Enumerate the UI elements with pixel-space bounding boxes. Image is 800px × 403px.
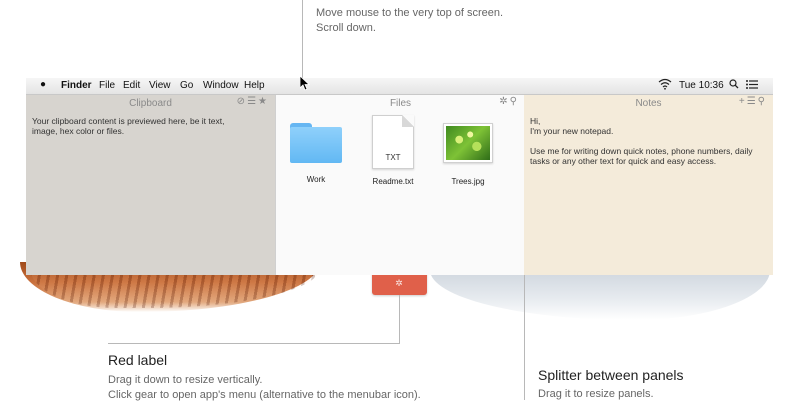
top-annotation-line2: Scroll down. xyxy=(316,22,376,34)
menu-finder[interactable]: Finder xyxy=(61,80,92,91)
search-icon[interactable]: ⚲ xyxy=(510,96,519,107)
mouse-cursor-icon xyxy=(299,75,311,96)
red-label-annotation-line2: Click gear to open app's menu (alternati… xyxy=(108,389,421,401)
gear-icon[interactable]: ✲ xyxy=(394,278,404,288)
menu-view[interactable]: View xyxy=(149,80,171,91)
list-icon[interactable]: ☰ xyxy=(247,96,258,107)
file-item-readme[interactable]: TXT Readme.txt xyxy=(358,115,428,186)
red-label-annotation-title: Red label xyxy=(108,352,168,368)
wifi-icon[interactable] xyxy=(658,78,672,93)
menubar-clock[interactable]: Tue 10:36 xyxy=(679,80,724,91)
file-extension-label: TXT xyxy=(385,153,401,162)
file-item-label: Work xyxy=(306,175,326,184)
notes-panel: Notes +☰⚲ Hi, I'm your new notepad. Use … xyxy=(524,95,773,275)
red-label-annotation-line1: Drag it down to resize vertically. xyxy=(108,374,263,386)
text-file-icon: TXT xyxy=(372,115,414,169)
splitter-annotation-title: Splitter between panels xyxy=(538,367,684,383)
file-item-trees[interactable]: Trees.jpg xyxy=(433,123,503,186)
clipboard-panel: Clipboard ⊘☰★ Your clipboard content is … xyxy=(26,95,275,275)
mac-menubar: ● Finder File Edit View Go Window Help T… xyxy=(26,78,773,95)
image-file-icon xyxy=(443,123,493,163)
file-item-label: Trees.jpg xyxy=(451,177,485,186)
clipboard-panel-tools: ⊘☰★ xyxy=(237,96,269,107)
menu-edit[interactable]: Edit xyxy=(123,80,140,91)
menu-help[interactable]: Help xyxy=(244,80,265,91)
menu-go[interactable]: Go xyxy=(180,80,193,91)
red-label-annotation-hline xyxy=(108,343,400,344)
notes-line: Hi, xyxy=(530,116,541,126)
gear-icon[interactable]: ✲ xyxy=(499,96,509,107)
files-panel-title: Files xyxy=(389,98,412,109)
notes-text[interactable]: Hi, I'm your new notepad. Use me for wri… xyxy=(530,116,758,166)
splitter-annotation-line xyxy=(524,275,525,400)
apple-icon[interactable]: ● xyxy=(40,79,46,90)
wallpaper-sky xyxy=(430,270,770,320)
notes-line: Use me for writing down quick notes, pho… xyxy=(530,146,753,166)
spotlight-search-icon[interactable] xyxy=(729,79,739,92)
notes-line: I'm your new notepad. xyxy=(530,126,614,136)
files-panel: Files ✲⚲ Work TXT Readme.txt Trees.jpg xyxy=(275,95,526,275)
star-icon[interactable]: ★ xyxy=(258,96,269,107)
menu-file[interactable]: File xyxy=(99,80,115,91)
file-item-label: Readme.txt xyxy=(372,177,414,186)
top-annotation-line xyxy=(302,0,303,78)
clear-icon[interactable]: ⊘ xyxy=(237,96,247,107)
notes-panel-title: Notes xyxy=(635,98,662,109)
folder-icon xyxy=(290,121,342,163)
notes-panel-tools: +☰⚲ xyxy=(739,96,767,107)
search-icon[interactable]: ⚲ xyxy=(758,96,767,107)
list-icon[interactable]: ☰ xyxy=(747,96,758,107)
red-label-annotation-line xyxy=(399,295,400,343)
notification-center-icon[interactable] xyxy=(746,80,758,92)
top-annotation-line1: Move mouse to the very top of screen. xyxy=(316,7,504,19)
file-item-work[interactable]: Work xyxy=(281,121,351,184)
plus-icon[interactable]: + xyxy=(739,96,747,107)
files-panel-tools: ✲⚲ xyxy=(499,96,519,107)
menu-window[interactable]: Window xyxy=(203,80,239,91)
clipboard-preview-text: Your clipboard content is previewed here… xyxy=(32,116,225,136)
